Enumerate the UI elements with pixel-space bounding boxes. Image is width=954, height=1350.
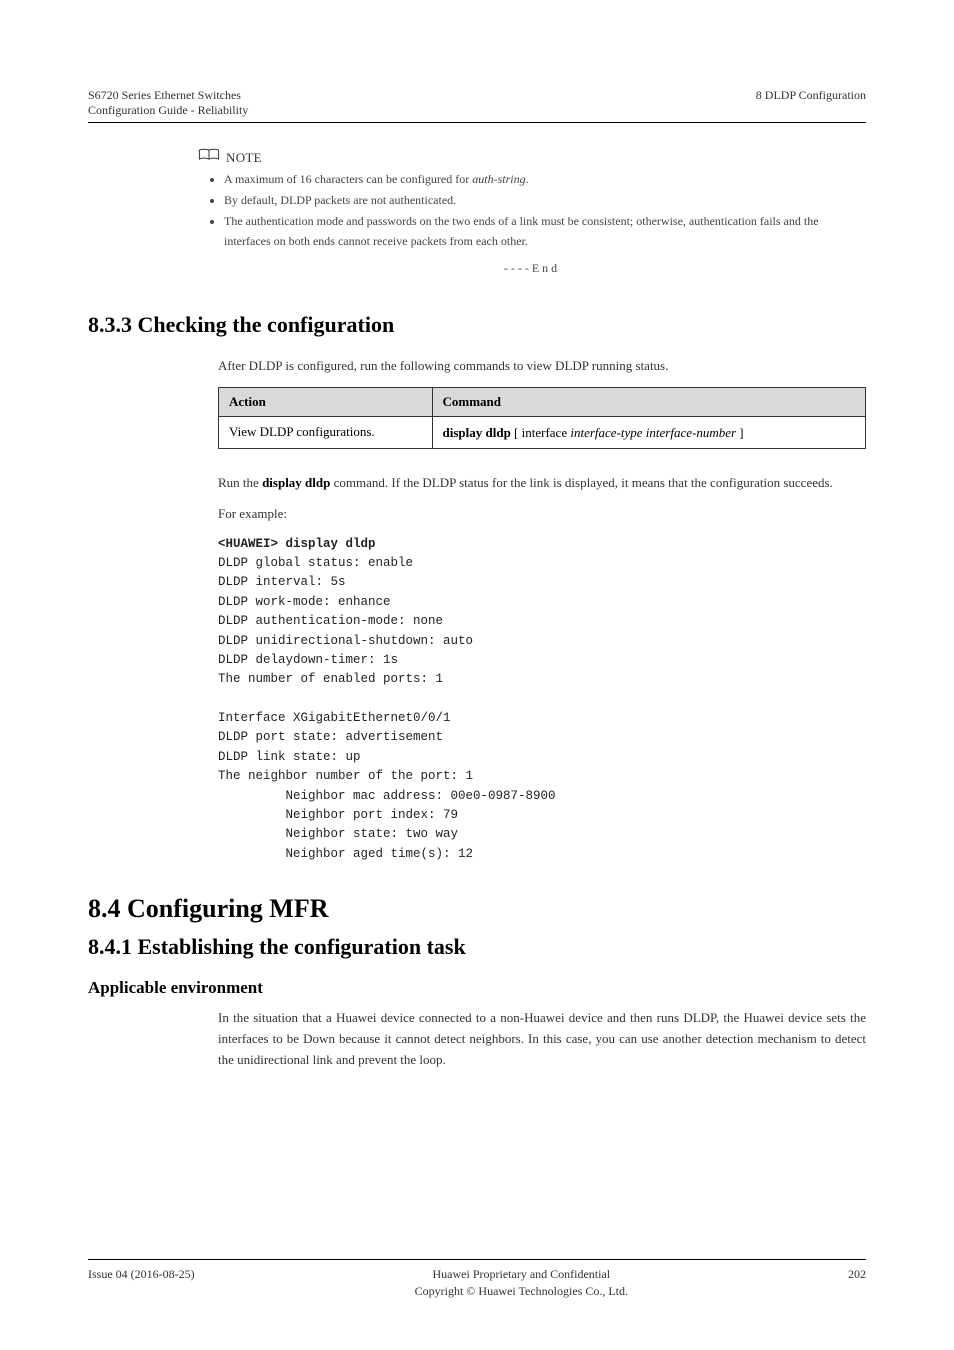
heading-applicable-environment: Applicable environment [88,978,866,998]
cell-command: display dldp [ interface interface-type … [432,416,866,449]
header-left-line2: Configuration Guide - Reliability [88,103,248,118]
heading-8-4: 8.4 Configuring MFR [88,894,866,924]
header-left: S6720 Series Ethernet Switches Configura… [88,88,248,118]
footer-rule [88,1259,866,1260]
intro-para: After DLDP is configured, run the follow… [218,356,866,377]
note-label: NOTE [226,150,262,166]
note-item: A maximum of 16 characters can be config… [224,170,866,189]
cell-action: View DLDP configurations. [219,416,433,449]
book-icon [198,147,220,168]
display-output: <HUAWEI> display dldp DLDP global status… [218,535,866,864]
heading-8-3-3: 8.3.3 Checking the configuration [88,312,866,338]
command-table: Action Command View DLDP configurations.… [218,387,866,450]
footer-center-line2: Copyright © Huawei Technologies Co., Ltd… [415,1283,628,1300]
heading-8-4-1: 8.4.1 Establishing the configuration tas… [88,934,866,960]
table-header-command: Command [432,387,866,416]
header-rule [88,122,866,123]
para-display-dldp: Run the display dldp command. If the DLD… [218,473,866,494]
page-footer: Issue 04 (2016-08-25) Huawei Proprietary… [88,1259,866,1300]
display-label: For example: [218,504,866,525]
footer-center-line1: Huawei Proprietary and Confidential [415,1266,628,1283]
footer-left: Issue 04 (2016-08-25) [88,1266,195,1300]
note-list: A maximum of 16 characters can be config… [224,170,866,251]
header-left-line1: S6720 Series Ethernet Switches [88,88,248,103]
note-item: By default, DLDP packets are not authent… [224,191,866,210]
ae-para: In the situation that a Huawei device co… [218,1008,866,1070]
end-marker: ----End [198,261,866,276]
note-block: NOTE A maximum of 16 characters can be c… [198,147,866,276]
note-item: The authentication mode and passwords on… [224,212,866,250]
header-right: 8 DLDP Configuration [756,88,866,118]
table-row: View DLDP configurations. display dldp [… [219,416,866,449]
table-header-action: Action [219,387,433,416]
footer-page-number: 202 [848,1266,866,1300]
